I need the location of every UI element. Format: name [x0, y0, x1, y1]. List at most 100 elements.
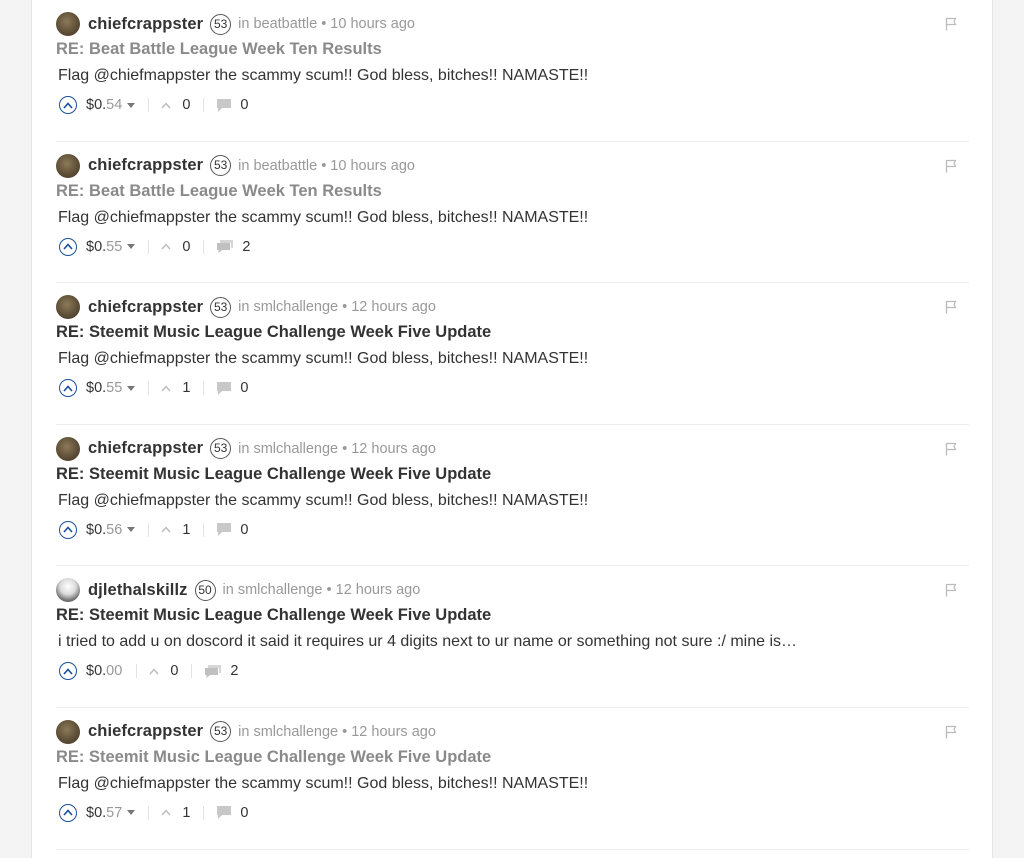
post-time[interactable]: 12 hours ago: [351, 441, 436, 457]
author-link[interactable]: chiefcrappster: [88, 439, 203, 458]
post-title-link[interactable]: RE: Steemit Music League Challenge Week …: [56, 323, 491, 342]
comment-body[interactable]: Flag @chiefmappster the scammy scum!! Go…: [58, 67, 588, 85]
replies-count[interactable]: 0: [216, 522, 248, 538]
post-time[interactable]: 10 hours ago: [330, 16, 415, 32]
comment-footer: $0.55 0 2: [59, 236, 250, 258]
comment-bubble-icon: [217, 806, 232, 820]
payout-value[interactable]: $0.56: [86, 522, 122, 538]
comment-body[interactable]: Flag @chiefmappster the scammy scum!! Go…: [58, 209, 588, 227]
flag-icon[interactable]: [945, 442, 957, 456]
footer-divider: [203, 805, 205, 820]
replies-value: 0: [240, 804, 249, 821]
upvote-circle-icon[interactable]: [59, 662, 77, 681]
author-link[interactable]: chiefcrappster: [88, 298, 203, 317]
caret-down-icon[interactable]: [127, 385, 136, 391]
caret-down-icon[interactable]: [127, 102, 136, 108]
flag-icon[interactable]: [945, 583, 957, 597]
post-title-link[interactable]: RE: Beat Battle League Week Ten Results: [56, 182, 382, 201]
footer-divider: [148, 98, 150, 112]
flag-icon[interactable]: [945, 17, 957, 31]
replies-count[interactable]: 2: [216, 239, 250, 255]
upvote-circle-icon[interactable]: [59, 96, 77, 114]
community-link[interactable]: smlchallenge: [253, 441, 338, 457]
flag-icon[interactable]: [945, 159, 957, 173]
replies-count[interactable]: 0: [216, 805, 248, 821]
voters-count[interactable]: 0: [149, 663, 178, 679]
payout-value[interactable]: $0.54: [86, 97, 122, 113]
comment-body[interactable]: Flag @chiefmappster the scammy scum!! Go…: [58, 492, 588, 510]
replies-value: 0: [240, 521, 249, 538]
post-time[interactable]: 12 hours ago: [351, 299, 436, 315]
comment-card: chiefcrappster 53 in beatbattle • 10 hou…: [56, 0, 969, 142]
footer-divider: [148, 239, 150, 254]
post-time[interactable]: 10 hours ago: [330, 158, 415, 174]
caret-down-icon[interactable]: [127, 810, 136, 816]
flag-icon[interactable]: [945, 725, 957, 739]
comment-header: chiefcrappster 53 in smlchallenge • 12 h…: [56, 719, 969, 745]
avatar[interactable]: [56, 436, 80, 461]
chevron-up-icon: [161, 385, 171, 392]
comment-body[interactable]: Flag @chiefmappster the scammy scum!! Go…: [58, 775, 588, 793]
avatar[interactable]: [56, 578, 80, 603]
post-time[interactable]: 12 hours ago: [351, 724, 436, 740]
chevron-up-icon: [149, 668, 159, 675]
footer-divider: [148, 381, 150, 396]
meta-separator: •: [342, 299, 348, 316]
chevron-up-icon: [161, 101, 171, 108]
community-link[interactable]: beatbattle: [253, 158, 317, 174]
comment-card: djlethalskillz 50 in smlchallenge • 12 h…: [56, 566, 969, 708]
chevron-up-icon: [161, 526, 171, 533]
comment-body[interactable]: Flag @chiefmappster the scammy scum!! Go…: [58, 350, 588, 368]
payout-value[interactable]: $0.57: [86, 805, 122, 821]
upvote-circle-icon[interactable]: [59, 520, 77, 539]
meta-separator: •: [321, 157, 327, 174]
community-link[interactable]: beatbattle: [253, 16, 317, 32]
community-link[interactable]: smlchallenge: [238, 582, 323, 598]
upvote-circle-icon[interactable]: [59, 379, 77, 398]
payout-dollars: $0.: [86, 521, 107, 538]
post-title-link[interactable]: RE: Steemit Music League Challenge Week …: [56, 606, 491, 625]
caret-down-icon[interactable]: [127, 527, 136, 533]
post-title-link[interactable]: RE: Beat Battle League Week Ten Results: [56, 40, 382, 59]
votes-value: 0: [170, 663, 179, 680]
payout-value[interactable]: $0.55: [86, 380, 122, 396]
payout-dollars: $0.: [86, 238, 107, 255]
in-label: in: [238, 157, 250, 174]
avatar[interactable]: [56, 12, 80, 36]
replies-count[interactable]: 0: [216, 380, 248, 396]
post-title-link[interactable]: RE: Steemit Music League Challenge Week …: [56, 465, 491, 484]
comment-body[interactable]: i tried to add u on doscord it said it r…: [58, 633, 797, 651]
replies-count[interactable]: 2: [204, 663, 238, 679]
comment-footer: $0.57 1 0: [59, 802, 248, 824]
community-link[interactable]: smlchallenge: [253, 299, 338, 315]
post-title-link[interactable]: RE: Steemit Music League Challenge Week …: [56, 748, 491, 767]
voters-count[interactable]: 0: [161, 97, 190, 113]
replies-value: 0: [240, 97, 249, 113]
upvote-circle-icon[interactable]: [59, 803, 77, 822]
author-link[interactable]: chiefcrappster: [88, 722, 203, 741]
reputation-badge: 53: [210, 721, 232, 743]
author-link[interactable]: chiefcrappster: [88, 156, 203, 175]
meta-separator: •: [321, 16, 327, 32]
replies-count[interactable]: 0: [216, 97, 248, 113]
avatar[interactable]: [56, 295, 80, 320]
payout-cents: 57: [106, 804, 123, 821]
author-link[interactable]: djlethalskillz: [88, 581, 188, 600]
flag-icon[interactable]: [945, 300, 957, 314]
payout-value[interactable]: $0.00: [86, 663, 122, 679]
voters-count[interactable]: 1: [161, 805, 190, 821]
community-link[interactable]: smlchallenge: [253, 724, 338, 740]
upvote-circle-icon[interactable]: [59, 237, 77, 256]
payout-value[interactable]: $0.55: [86, 239, 122, 255]
voters-count[interactable]: 1: [161, 380, 190, 396]
comment-header: chiefcrappster 53 in smlchallenge • 12 h…: [56, 436, 969, 462]
votes-value: 1: [182, 380, 191, 397]
author-link[interactable]: chiefcrappster: [88, 15, 203, 34]
avatar[interactable]: [56, 719, 80, 744]
avatar[interactable]: [56, 153, 80, 178]
voters-count[interactable]: 0: [161, 239, 190, 255]
voters-count[interactable]: 1: [161, 522, 190, 538]
comment-header: chiefcrappster 53 in beatbattle • 10 hou…: [56, 11, 969, 37]
caret-down-icon[interactable]: [127, 244, 136, 250]
post-time[interactable]: 12 hours ago: [336, 582, 421, 598]
